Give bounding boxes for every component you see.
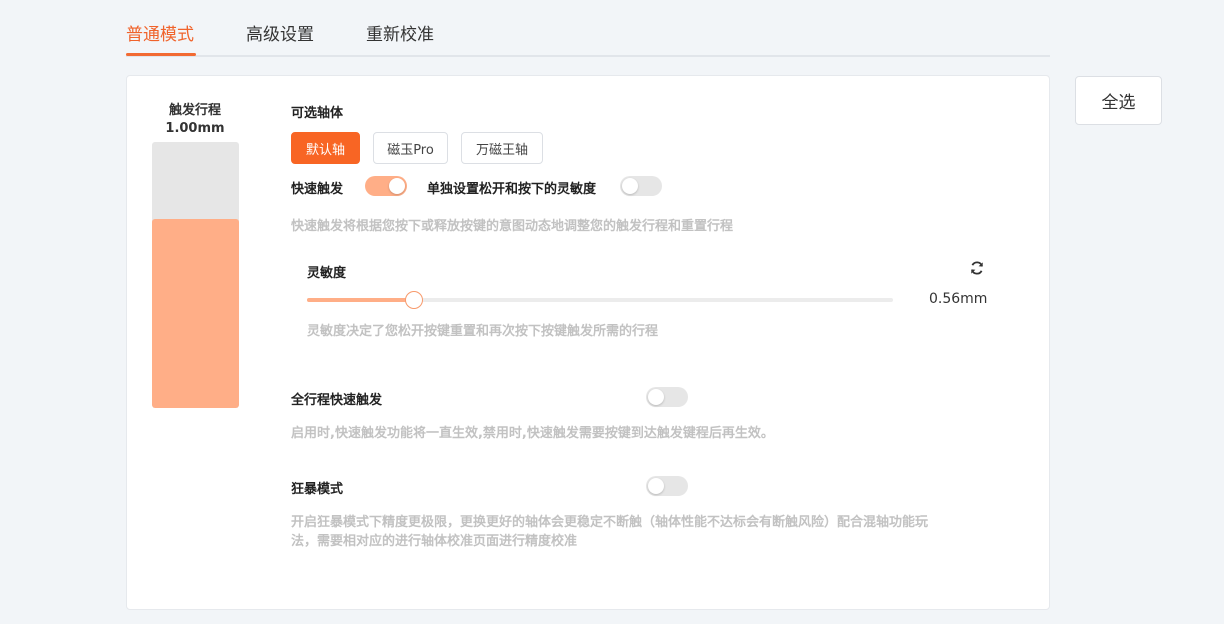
turbo-desc-line-2: 法，需要相对应的进行轴体校准页面进行精度校准 [291,534,578,549]
toggle-knob [648,389,664,405]
rapid-trigger-description: 快速触发将根据您按下或释放按键的意图动态地调整您的触发行程和重置行程 [291,219,734,234]
full-travel-label: 全行程快速触发 [291,393,383,408]
tab-recalibrate[interactable]: 重新校准 [366,20,434,45]
turbo-desc-line-1: 开启狂暴模式下精度更极限，更换更好的轴体会更稳定不断触（轴体性能不达标会有断触风… [291,515,929,530]
rapid-trigger-label: 快速触发 [291,182,344,197]
trigger-travel-fill [152,219,239,408]
separate-sensitivity-toggle[interactable] [620,176,662,196]
tab-bar: 普通模式 高级设置 重新校准 [126,0,1050,57]
axis-title: 可选轴体 [291,106,344,121]
sensitivity-description: 灵敏度决定了您松开按键重置和再次按下按键触发所需的行程 [307,324,659,339]
sensitivity-slider[interactable] [307,291,893,309]
settings-card: 触发行程 1.00mm 可选轴体 默认轴 磁玉Pro 万磁王轴 快速触发 单独设… [126,75,1050,610]
toggle-knob [622,178,638,194]
axis-option-default[interactable]: 默认轴 [291,132,360,164]
full-travel-toggle[interactable] [646,387,688,407]
axis-option-ciyu-pro[interactable]: 磁玉Pro [373,132,448,164]
full-travel-description: 启用时,快速触发功能将一直生效,禁用时,快速触发需要按键到达触发键程后再生效。 [291,426,774,441]
toggle-knob [389,178,405,194]
toggle-knob [648,478,664,494]
tab-advanced-settings[interactable]: 高级设置 [246,20,314,45]
select-all-button[interactable]: 全选 [1075,76,1162,125]
turbo-mode-description: 开启狂暴模式下精度更极限，更换更好的轴体会更稳定不断触（轴体性能不达标会有断触风… [291,513,1011,551]
trigger-travel-title: 触发行程 [168,103,221,118]
tab-normal-mode[interactable]: 普通模式 [126,20,194,45]
axis-option-wancizhou[interactable]: 万磁王轴 [461,132,543,164]
separate-sensitivity-label: 单独设置松开和按下的灵敏度 [427,182,597,197]
turbo-mode-label: 狂暴模式 [291,482,344,497]
active-tab-indicator [126,53,196,56]
rapid-trigger-toggle[interactable] [365,176,407,196]
sensitivity-slider-fill [307,298,414,302]
trigger-travel-bar[interactable] [152,142,239,408]
sensitivity-slider-thumb[interactable] [404,291,423,309]
sensitivity-label: 灵敏度 [307,266,347,281]
trigger-travel-value: 1.00mm [165,121,225,136]
sensitivity-value: 0.56mm [929,291,988,307]
refresh-icon[interactable] [969,260,985,276]
turbo-mode-toggle[interactable] [646,476,688,496]
trigger-travel-label: 触发行程 1.00mm [149,102,241,138]
